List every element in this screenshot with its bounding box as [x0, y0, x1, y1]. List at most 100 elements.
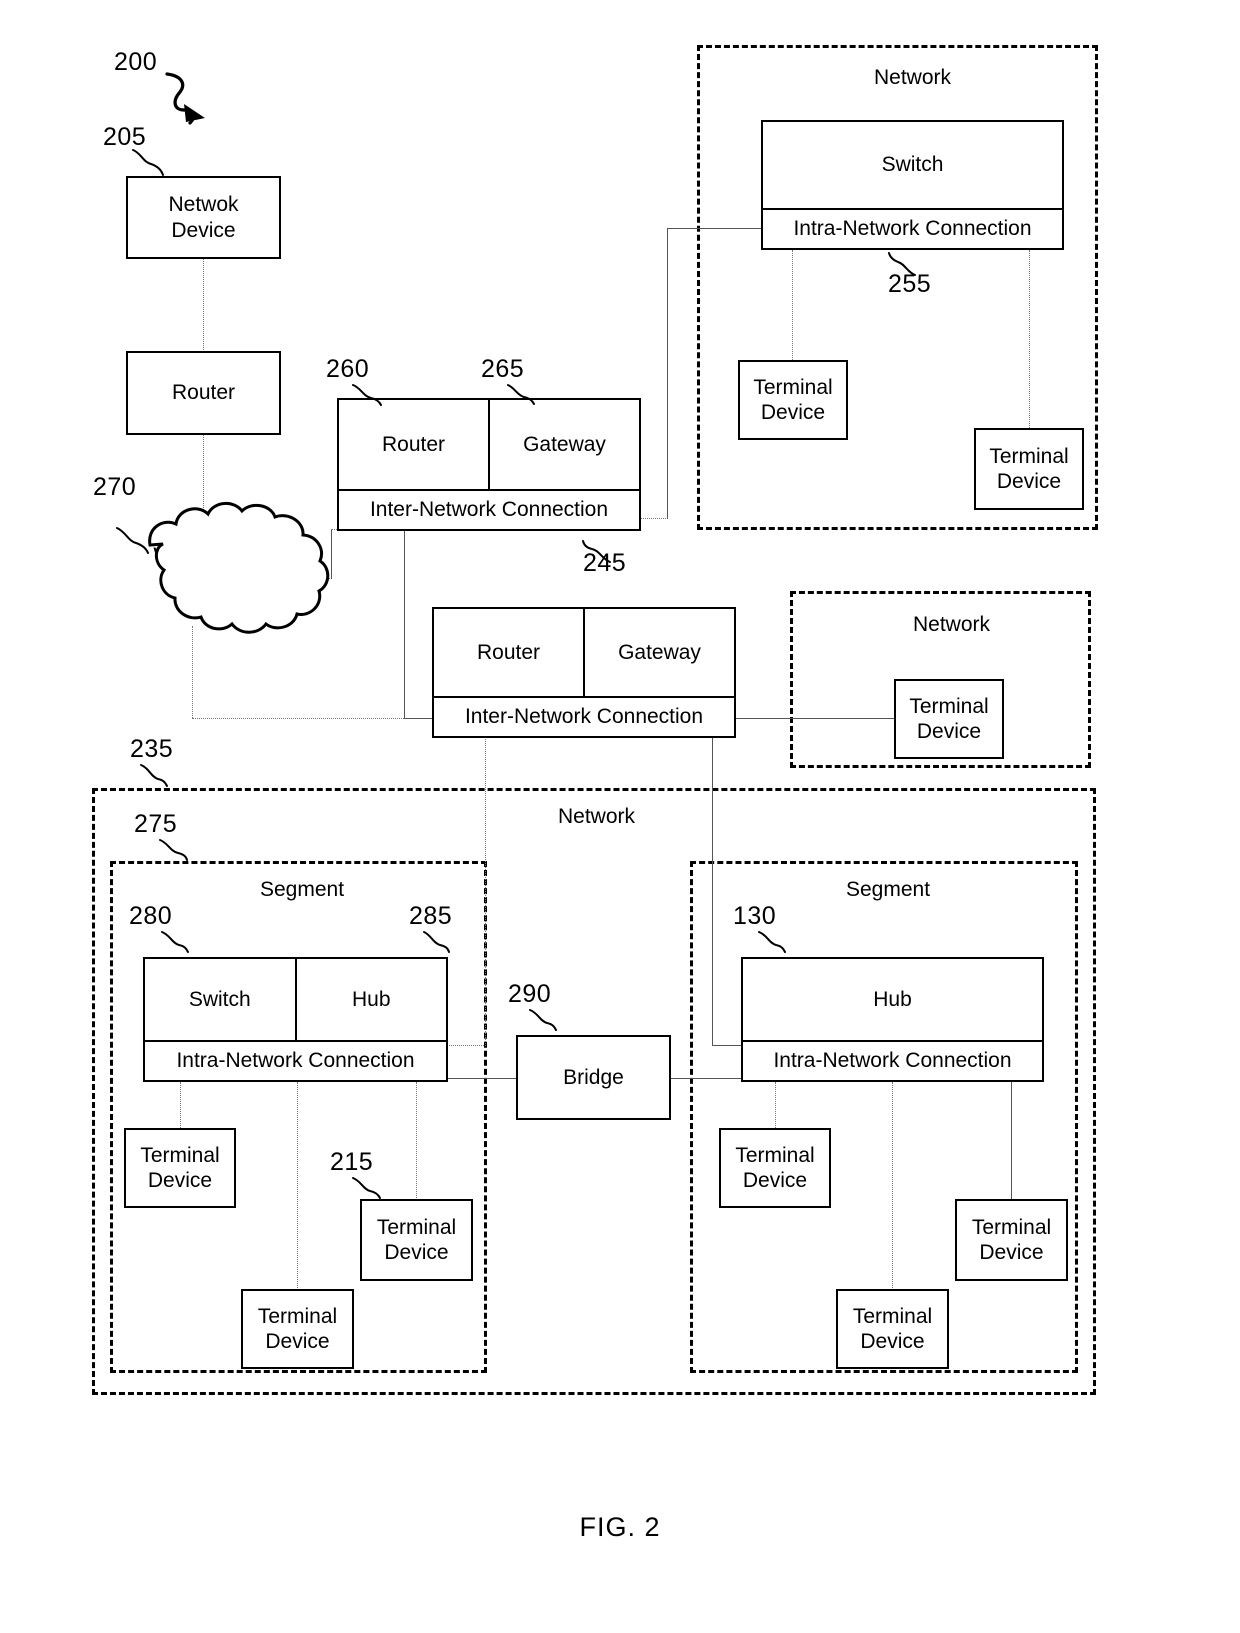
- terminal-device-topright-2[interactable]: Terminal Device: [974, 428, 1084, 510]
- terminal-label-line1: Terminal: [852, 1304, 933, 1328]
- figure-caption: FIG. 2: [579, 1512, 661, 1542]
- inter2-connection-bar[interactable]: Inter-Network Connection: [434, 698, 734, 736]
- inter1-gateway-cell[interactable]: Gateway: [488, 400, 639, 489]
- terminal-device-segright-3[interactable]: Terminal Device: [955, 1199, 1068, 1281]
- connector-inter1-switch-v: [667, 228, 668, 519]
- terminal-device-segright-1[interactable]: Terminal Device: [719, 1128, 831, 1208]
- connector-wan-inter2-v: [192, 626, 193, 718]
- figure-ref-arrowhead: [184, 104, 205, 122]
- bridge-label: Bridge: [563, 1065, 624, 1089]
- region-network-top-right-label: Network: [874, 66, 952, 89]
- switch-device-top-right[interactable]: Switch Intra-Network Connection: [761, 120, 1064, 250]
- segright-hub-label: Hub: [873, 987, 912, 1011]
- router-left-box[interactable]: Router: [126, 351, 281, 435]
- connector-segleftbar-terminal1: [180, 1082, 181, 1130]
- leader-235: [140, 764, 168, 787]
- terminal-label-line2: Device: [916, 720, 982, 743]
- segleft-top-row: Switch Hub: [145, 959, 446, 1042]
- terminal-label-line2: Device: [384, 1241, 449, 1264]
- connector-wan-inter1-v: [331, 529, 332, 579]
- inter2-top-row: Router Gateway: [434, 609, 734, 698]
- terminal-device-segleft-2[interactable]: Terminal Device: [241, 1289, 354, 1369]
- terminal-label-line1: Terminal: [753, 375, 833, 399]
- segright-hub-cell[interactable]: Hub: [743, 959, 1042, 1040]
- inter1-top-row: Router Gateway: [339, 400, 639, 491]
- router-left-label: Router: [171, 381, 236, 405]
- region-network-mid-right-label: Network: [913, 613, 991, 636]
- segright-connection-label: Intra-Network Connection: [773, 1049, 1012, 1072]
- figure-canvas: Network Network Network Segment Segment …: [0, 0, 1240, 1633]
- ref-205: 205: [103, 123, 147, 151]
- ref-265: 265: [481, 355, 525, 383]
- terminal-label-line1: Terminal: [971, 1215, 1052, 1239]
- terminal-label-line2: Device: [760, 401, 826, 424]
- bridge-box[interactable]: Bridge: [516, 1035, 671, 1120]
- terminal-device-segleft-1[interactable]: Terminal Device: [124, 1128, 236, 1208]
- terminal-device-segright-2[interactable]: Terminal Device: [836, 1289, 949, 1369]
- segleft-switch-label: Switch: [188, 987, 251, 1011]
- switchtop-connection-bar[interactable]: Intra-Network Connection: [763, 210, 1062, 248]
- ref-130: 130: [733, 902, 777, 930]
- segright-connection-bar[interactable]: Intra-Network Connection: [743, 1042, 1042, 1080]
- connector-inter2-terminal-h: [734, 718, 894, 719]
- connector-segrightbar-terminal2: [892, 1082, 893, 1290]
- segment-left-device[interactable]: Switch Hub Intra-Network Connection: [143, 957, 448, 1082]
- inter-network-device-2[interactable]: Router Gateway Inter-Network Connection: [432, 607, 736, 738]
- terminal-device-midright[interactable]: Terminal Device: [894, 679, 1004, 759]
- connector-segrightbar-terminal3: [1011, 1082, 1012, 1200]
- ref-275: 275: [134, 810, 178, 838]
- segleft-hub-cell[interactable]: Hub: [294, 959, 447, 1040]
- connector-inter2-segleft-v: [485, 736, 486, 1046]
- inter2-gateway-label: Gateway: [618, 640, 701, 664]
- segleft-connection-bar[interactable]: Intra-Network Connection: [145, 1042, 446, 1080]
- inter2-gateway-cell[interactable]: Gateway: [583, 609, 734, 696]
- terminal-label-line1: Terminal: [989, 444, 1069, 468]
- inter2-connection-label: Inter-Network Connection: [464, 705, 704, 728]
- wan-label-line2: Network: [164, 570, 242, 594]
- ref-260: 260: [326, 355, 370, 383]
- network-device-label-line2: Device: [171, 218, 236, 242]
- connector-networkdevice-router: [203, 258, 204, 350]
- connector-segleftbar-terminal3: [416, 1082, 417, 1200]
- switchtop-switch-cell[interactable]: Switch: [763, 122, 1062, 208]
- terminal-label-line2: Device: [265, 1330, 330, 1353]
- terminal-device-segleft-3[interactable]: Terminal Device: [360, 1199, 473, 1281]
- segment-right-device[interactable]: Hub Intra-Network Connection: [741, 957, 1044, 1082]
- connector-inter1-inter2-v: [404, 531, 405, 718]
- figure-ref-arrow: [165, 72, 195, 125]
- inter1-router-cell[interactable]: Router: [339, 400, 488, 489]
- switchtop-switch-label: Switch: [881, 153, 944, 176]
- connector-segleftbar-terminal2: [297, 1082, 298, 1290]
- network-device-box[interactable]: Netwok Device: [126, 176, 281, 259]
- connector-inter1-switch-h1: [640, 518, 668, 519]
- segleft-switch-cell[interactable]: Switch: [145, 959, 295, 1040]
- connector-wan-inter2-h: [192, 718, 432, 719]
- terminal-label-line2: Device: [147, 1169, 213, 1192]
- terminal-label-line1: Terminal: [735, 1143, 815, 1167]
- ref-235: 235: [130, 735, 174, 763]
- switchtop-connection-label: Intra-Network Connection: [793, 217, 1032, 240]
- region-network-main-label: Network: [558, 805, 636, 828]
- terminal-device-topright-1[interactable]: Terminal Device: [738, 360, 848, 440]
- terminal-label-line2: Device: [742, 1169, 808, 1192]
- ref-285: 285: [409, 902, 453, 930]
- inter-network-device-1[interactable]: Router Gateway Inter-Network Connection: [337, 398, 641, 531]
- segleft-connection-label: Intra-Network Connection: [176, 1049, 415, 1072]
- connector-switchbar-terminal2: [1029, 250, 1030, 428]
- region-segment-right-label: Segment: [846, 878, 931, 901]
- terminal-label-line1: Terminal: [909, 694, 989, 718]
- terminal-label-line2: Device: [996, 470, 1062, 493]
- connector-inter1-switch-h2: [667, 228, 762, 229]
- inter2-router-cell[interactable]: Router: [434, 609, 583, 696]
- ref-200: 200: [114, 48, 158, 76]
- ref-245: 245: [583, 549, 627, 577]
- connector-inter2-segright-v: [712, 736, 713, 1046]
- connector-inter2-segleft-h: [447, 1045, 486, 1046]
- connector-inter1-inter2-h: [404, 718, 434, 719]
- inter1-connection-bar[interactable]: Inter-Network Connection: [339, 491, 639, 529]
- leader-205: [132, 149, 164, 176]
- connector-switchbar-terminal1: [792, 250, 793, 360]
- connector-router-wan: [203, 435, 204, 530]
- terminal-label-line2: Device: [979, 1241, 1044, 1264]
- terminal-label-line1: Terminal: [376, 1215, 457, 1239]
